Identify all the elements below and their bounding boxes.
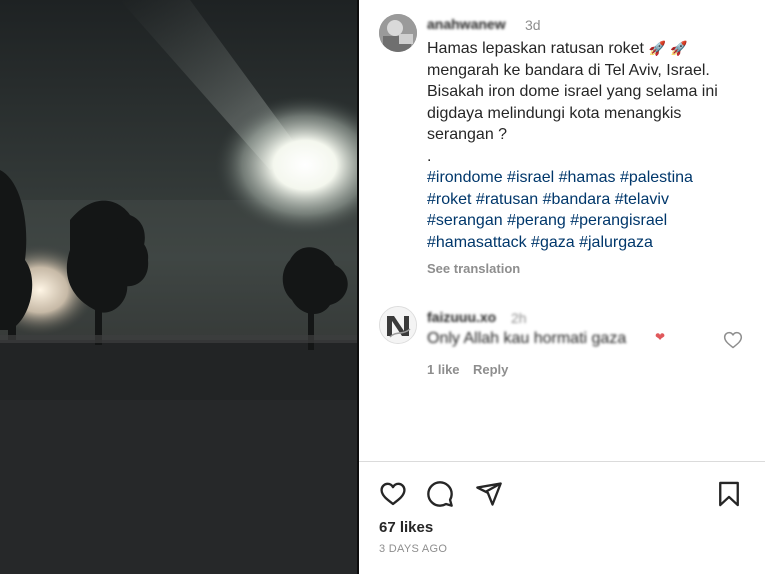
post-time[interactable]: 3d [525, 17, 541, 33]
heart-emoji-icon: ❤ [655, 330, 666, 344]
see-translation-link[interactable]: See translation [427, 261, 520, 276]
heart-outline-icon[interactable] [723, 330, 743, 350]
caption-line-2: mengarah ke bandara di Tel Aviv, Israel. [427, 61, 710, 79]
actions-divider [359, 461, 765, 462]
hashtag-line-4[interactable]: #hamasattack #gaza #jalurgaza [427, 232, 747, 254]
poster-avatar[interactable] [379, 14, 417, 52]
commenter-username[interactable]: faizuuu.xo [427, 309, 496, 325]
hashtag-line-1[interactable]: #irondome #israel #hamas #palestina [427, 167, 747, 189]
caption-text: Hamas lepaskan ratusan roket [427, 40, 644, 57]
caption-line-1: Hamas lepaskan ratusan roket 🚀 🚀 [427, 38, 747, 60]
hashtag-line-2[interactable]: #roket #ratusan #bandara #telaviv [427, 189, 747, 211]
post-video[interactable] [0, 0, 357, 574]
comment-likes-count[interactable]: 1 like [427, 362, 460, 377]
caption-line-6: . [427, 147, 432, 165]
reply-button[interactable]: Reply [473, 362, 508, 377]
post-date[interactable]: 3 DAYS AGO [379, 543, 447, 555]
caption-line-5: serangan ? [427, 126, 508, 143]
rocket-icon: 🚀 [648, 40, 666, 56]
heart-icon[interactable] [379, 480, 407, 508]
post-detail-panel: anahwanew 3d Hamas lepaskan ratusan roke… [359, 0, 765, 574]
commenter-avatar[interactable] [379, 306, 417, 344]
night-scene-image [0, 0, 357, 574]
post-caption: Hamas lepaskan ratusan roket 🚀 🚀 mengara… [427, 38, 747, 253]
rocket-icon: 🚀 [670, 40, 688, 56]
comment-time[interactable]: 2h [511, 310, 527, 326]
share-icon[interactable] [475, 480, 503, 508]
comment-text: Only Allah kau hormati gaza [427, 330, 627, 347]
comment-icon[interactable] [426, 480, 454, 508]
caption-line-3: Bisakah iron dome israel yang selama ini [427, 83, 718, 100]
hashtag-line-3[interactable]: #serangan #perang #perangisrael [427, 210, 747, 232]
poster-username[interactable]: anahwanew [427, 16, 506, 32]
bookmark-icon[interactable] [715, 480, 743, 508]
likes-count[interactable]: 67 likes [379, 519, 433, 536]
caption-line-4: digdaya melindungi kota menangkis [427, 104, 682, 122]
